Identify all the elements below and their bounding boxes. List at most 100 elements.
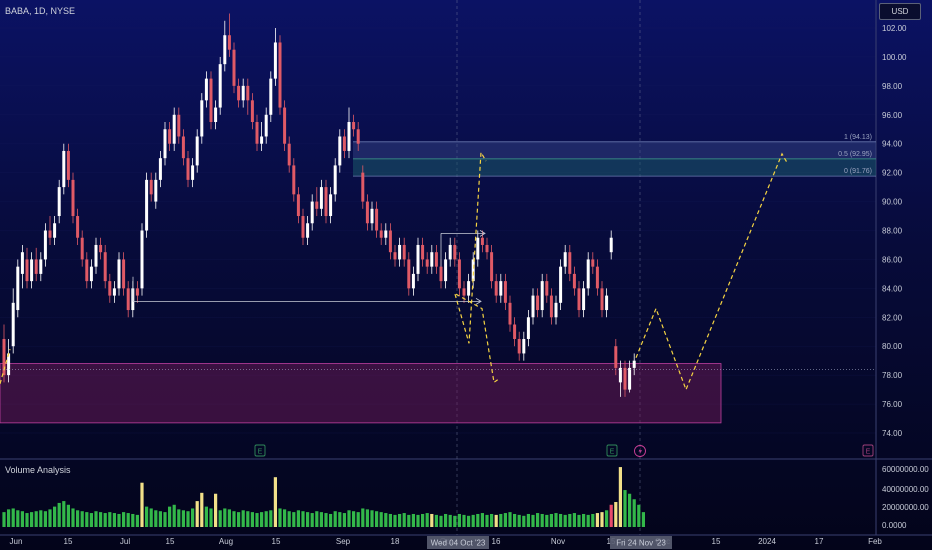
candle-body	[476, 237, 480, 260]
candle-body	[623, 367, 627, 390]
candle-body	[310, 201, 314, 224]
price-tick-label: 76.00	[882, 400, 903, 409]
volume-bar	[168, 506, 172, 527]
volume-indicator-title[interactable]: Volume Analysis	[5, 465, 71, 475]
volume-bar	[149, 508, 153, 527]
candle-body	[503, 281, 507, 303]
earnings-marker-letter: E	[610, 449, 615, 456]
candle-body	[209, 78, 213, 123]
volume-bar	[554, 513, 558, 527]
candle-body	[94, 244, 98, 267]
fib-level-label: 1 (94.13)	[844, 134, 872, 141]
candle-body	[34, 259, 38, 274]
volume-bar	[522, 515, 526, 527]
price-tick-label: 86.00	[882, 255, 903, 264]
candle-body	[149, 179, 153, 195]
candle-body	[434, 252, 438, 267]
volume-bar	[117, 513, 121, 527]
time-tick-label: Jun	[10, 537, 23, 546]
volume-bar	[508, 512, 512, 527]
volume-axis[interactable]: 60000000.00 40000000.00 20000000.00 0.0000	[882, 465, 929, 530]
candle-body	[559, 266, 563, 303]
volume-bar	[292, 512, 296, 527]
time-tick-label: 17	[815, 537, 824, 546]
candle-body	[430, 252, 434, 267]
volume-bar	[329, 513, 333, 527]
volume-bar	[319, 512, 323, 527]
time-tick-label: 2024	[758, 537, 776, 546]
volume-bar	[559, 513, 563, 527]
candle-body	[384, 230, 388, 238]
symbol-title[interactable]: BABA, 1D, NYSE	[5, 6, 75, 16]
volume-bar	[614, 502, 618, 527]
chart-canvas: 1 (94.13) 0.5 (92.95) 0 (91.76) 102.00 100.…	[0, 0, 932, 549]
volume-bar	[480, 513, 484, 527]
candle-body	[315, 201, 319, 209]
candle-body	[600, 288, 604, 311]
volume-bar	[582, 513, 586, 527]
candle-body	[273, 42, 277, 79]
volume-bar	[57, 502, 61, 527]
volume-bar	[517, 514, 521, 527]
volume-bar	[526, 513, 530, 527]
candle-body	[605, 295, 609, 311]
volume-bar	[255, 513, 259, 527]
candle-body	[250, 100, 254, 123]
candle-body	[471, 259, 475, 282]
support-zone[interactable]	[0, 363, 722, 424]
candle-body	[365, 201, 369, 224]
volume-bar	[85, 512, 89, 527]
volume-bar	[531, 514, 535, 527]
volume-bar	[264, 511, 268, 527]
volume-bar	[637, 504, 641, 527]
volume-bar	[20, 511, 24, 527]
price-tick-label: 90.00	[882, 198, 903, 207]
volume-bar	[577, 514, 581, 527]
volume-bar	[195, 501, 199, 527]
candle-body	[379, 230, 383, 238]
volume-bar	[444, 513, 448, 527]
price-tick-label: 84.00	[882, 284, 903, 293]
fibonacci-zone[interactable]: 1 (94.13) 0.5 (92.95) 0 (91.76)	[353, 134, 876, 177]
price-tick-label: 98.00	[882, 82, 903, 91]
volume-bar	[370, 510, 374, 527]
volume-bar	[485, 514, 489, 527]
volume-bar	[347, 510, 351, 527]
candle-body	[246, 85, 250, 101]
volume-bar	[536, 513, 540, 527]
volume-tick-label: 0.0000	[882, 521, 907, 530]
volume-bar	[361, 508, 365, 527]
candle-body	[572, 273, 576, 289]
volume-bar	[549, 513, 553, 527]
volume-bar	[214, 493, 218, 527]
price-tick-label: 94.00	[882, 140, 903, 149]
volume-bar	[393, 514, 397, 527]
volume-bar	[283, 509, 287, 527]
candle-body	[287, 143, 291, 166]
candle-body	[595, 266, 599, 289]
volume-bar	[227, 509, 231, 527]
candle-body	[48, 230, 52, 238]
candle-body	[25, 259, 29, 282]
candle-body	[522, 338, 526, 354]
volume-bar	[513, 513, 517, 527]
price-axis[interactable]: 102.00 100.00 98.00 96.00 94.00 92.00 90.00 88.…	[882, 24, 907, 438]
candle-body	[76, 216, 80, 238]
volume-bar	[89, 513, 93, 527]
currency-button[interactable]: USD	[879, 3, 921, 20]
volume-bar	[499, 513, 503, 527]
volume-bar	[324, 513, 328, 527]
volume-bar	[490, 513, 494, 527]
volume-tick-label: 60000000.00	[882, 465, 929, 474]
volume-bar	[103, 513, 107, 527]
candle-body	[85, 259, 89, 282]
candle-body	[361, 172, 365, 202]
candle-body	[172, 114, 176, 144]
candle-body	[227, 35, 231, 50]
candle-body	[540, 281, 544, 311]
volume-bar	[306, 512, 310, 527]
candle-body	[577, 288, 581, 311]
candle-body	[99, 244, 103, 253]
time-axis[interactable]: Jun15Jul15Aug15Sep18Oct16Nov15Dec1520241…	[10, 536, 883, 549]
volume-bar	[632, 499, 636, 527]
